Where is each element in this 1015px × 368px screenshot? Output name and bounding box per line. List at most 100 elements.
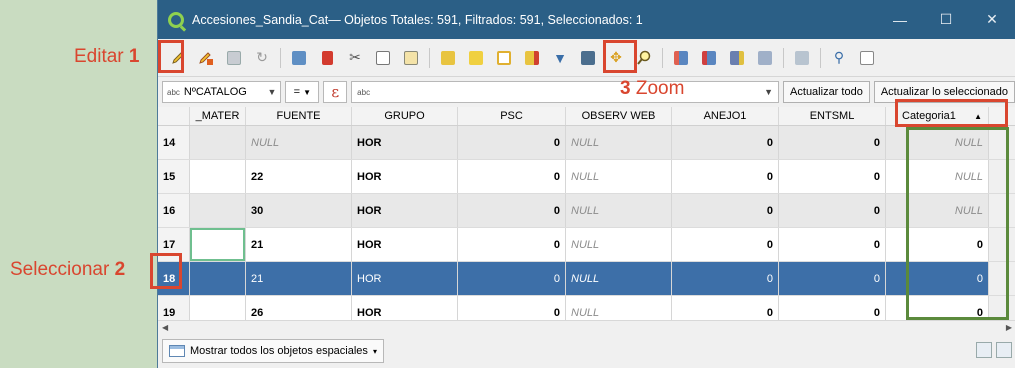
chevron-down-icon: ▼ xyxy=(267,87,277,97)
reload-icon[interactable]: ↻ xyxy=(251,47,273,69)
table-view-toggle-icon[interactable] xyxy=(996,342,1012,358)
field-calculator-icon[interactable] xyxy=(726,47,748,69)
cell-entsml[interactable]: 0 xyxy=(779,160,886,193)
cell-fuente[interactable]: 22 xyxy=(246,160,352,193)
table-row[interactable]: 16 30 HOR 0 NULL 0 0 NULL xyxy=(158,194,1015,228)
toolbar-separator xyxy=(783,47,784,68)
toolbar-separator xyxy=(820,47,821,68)
cell-grupo[interactable]: HOR xyxy=(352,194,458,227)
cell-entsml[interactable]: 0 xyxy=(779,194,886,227)
conditional-format-icon[interactable] xyxy=(754,47,776,69)
select-all-icon[interactable] xyxy=(465,47,487,69)
table-row[interactable]: 14 NULL HOR 0 NULL 0 0 NULL xyxy=(158,126,1015,160)
horizontal-scrollbar[interactable]: ◀ ▶ xyxy=(158,320,1015,334)
row-number-header[interactable] xyxy=(158,107,190,125)
cell-psc[interactable]: 0 xyxy=(458,262,566,295)
close-button[interactable]: ✕ xyxy=(969,11,1015,28)
cell-anejo1[interactable]: 0 xyxy=(672,262,779,295)
attribute-table-window: Accesiones_Sandia_Cat— Objetos Totales: … xyxy=(157,0,1015,368)
expression-select-icon[interactable] xyxy=(437,47,459,69)
column-header[interactable]: ANEJO1 xyxy=(672,107,779,125)
column-header[interactable]: FUENTE xyxy=(246,107,352,125)
cell-grupo[interactable]: HOR xyxy=(352,160,458,193)
column-header[interactable]: PSC xyxy=(458,107,566,125)
expression-button[interactable]: ε xyxy=(323,81,348,103)
toolbar-separator xyxy=(429,47,430,68)
cell-anejo1[interactable]: 0 xyxy=(672,160,779,193)
form-view-toggle-icon[interactable] xyxy=(976,342,992,358)
save-icon[interactable] xyxy=(223,47,245,69)
deselect-icon[interactable] xyxy=(521,47,543,69)
cell-psc[interactable]: 0 xyxy=(458,160,566,193)
text-type-icon: abc xyxy=(357,87,371,97)
add-feature-icon[interactable] xyxy=(288,47,310,69)
show-all-features-button[interactable]: Mostrar todos los objetos espaciales ▾ xyxy=(162,339,384,363)
window-title: Accesiones_Sandia_Cat— Objetos Totales: … xyxy=(192,12,643,27)
copy-rows-icon[interactable] xyxy=(670,47,692,69)
cell-fuente[interactable]: 30 xyxy=(246,194,352,227)
update-all-button[interactable]: Actualizar todo xyxy=(783,81,870,103)
delete-icon[interactable] xyxy=(316,47,338,69)
column-header[interactable]: ENTSML xyxy=(779,107,886,125)
scroll-left-icon[interactable]: ◀ xyxy=(162,323,168,332)
operator-select[interactable]: = ▼ xyxy=(285,81,320,103)
highlight-row-select-box xyxy=(150,253,182,289)
cell-mater[interactable] xyxy=(190,160,246,193)
cell-mater[interactable] xyxy=(190,194,246,227)
cell-observ-web[interactable]: NULL xyxy=(566,228,672,261)
highlight-category-column-box xyxy=(906,127,1009,320)
annotation-select: Seleccionar 2 xyxy=(10,259,126,280)
table-row[interactable]: 17 21 HOR 0 NULL 0 0 0 xyxy=(158,228,1015,262)
cell-psc[interactable]: 0 xyxy=(458,126,566,159)
filter-icon[interactable]: ▼ xyxy=(549,47,571,69)
cell-mater[interactable] xyxy=(190,126,246,159)
column-header[interactable]: OBSERV WEB xyxy=(566,107,672,125)
copy-icon[interactable] xyxy=(372,47,394,69)
cell-fuente[interactable]: NULL xyxy=(246,126,352,159)
maximize-button[interactable]: ☐ xyxy=(923,11,969,28)
scroll-right-icon[interactable]: ▶ xyxy=(1006,323,1012,332)
cell-grupo[interactable]: HOR xyxy=(352,262,458,295)
actions-icon[interactable]: ⚲ xyxy=(828,47,850,69)
paste-icon[interactable] xyxy=(400,47,422,69)
cell-observ-web[interactable]: NULL xyxy=(566,194,672,227)
cell-fuente[interactable]: 21 xyxy=(246,228,352,261)
field-select[interactable]: abc NºCATALOG ▼ xyxy=(162,81,282,103)
cut-icon[interactable]: ✂ xyxy=(344,47,366,69)
row-number[interactable]: 14 xyxy=(158,126,190,159)
row-number[interactable]: 15 xyxy=(158,160,190,193)
cell-anejo1[interactable]: 0 xyxy=(672,228,779,261)
table-row-selected[interactable]: 18 21 HOR 0 NULL 0 0 0 xyxy=(158,262,1015,296)
toolbar-separator xyxy=(662,47,663,68)
cell-entsml[interactable]: 0 xyxy=(779,262,886,295)
column-header[interactable]: _MATER xyxy=(190,107,246,125)
filter-value-field[interactable]: abc ▼ xyxy=(351,81,780,103)
cell-mater[interactable] xyxy=(190,228,246,261)
cell-grupo[interactable]: HOR xyxy=(352,126,458,159)
paste-rows-icon[interactable] xyxy=(698,47,720,69)
cell-entsml[interactable]: 0 xyxy=(779,228,886,261)
dock-icon[interactable] xyxy=(791,47,813,69)
minimize-button[interactable]: — xyxy=(877,12,923,28)
multi-edit-icon[interactable] xyxy=(195,47,217,69)
cell-anejo1[interactable]: 0 xyxy=(672,194,779,227)
cell-observ-web[interactable]: NULL xyxy=(566,126,672,159)
form-view-icon[interactable] xyxy=(856,47,878,69)
column-header[interactable]: GRUPO xyxy=(352,107,458,125)
cell-psc[interactable]: 0 xyxy=(458,228,566,261)
cell-entsml[interactable]: 0 xyxy=(779,126,886,159)
move-selection-top-icon[interactable] xyxy=(577,47,599,69)
cell-fuente[interactable]: 21 xyxy=(246,262,352,295)
cell-grupo[interactable]: HOR xyxy=(352,228,458,261)
row-number[interactable]: 16 xyxy=(158,194,190,227)
cell-observ-web[interactable]: NULL xyxy=(566,262,672,295)
cell-anejo1[interactable]: 0 xyxy=(672,126,779,159)
highlight-category-header-box xyxy=(895,99,1008,127)
table-row[interactable]: 15 22 HOR 0 NULL 0 0 NULL xyxy=(158,160,1015,194)
invert-selection-icon[interactable] xyxy=(493,47,515,69)
cell-mater[interactable] xyxy=(190,262,246,295)
cell-psc[interactable]: 0 xyxy=(458,194,566,227)
cell-observ-web[interactable]: NULL xyxy=(566,160,672,193)
filter-value-input[interactable] xyxy=(378,86,757,98)
field-select-value: NºCATALOG xyxy=(183,86,247,98)
